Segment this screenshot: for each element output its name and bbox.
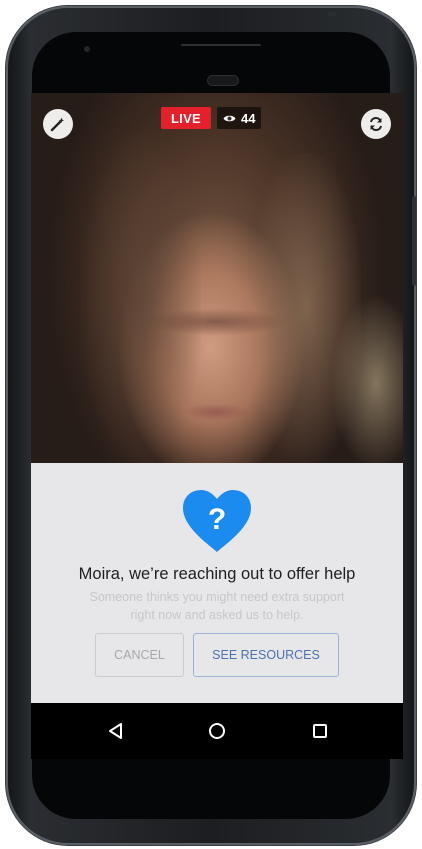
phone-side-button [412, 196, 416, 286]
help-title: Moira, we’re reaching out to offer help [78, 565, 356, 583]
phone-screen: LIVE 44 ? Moira, we’re reaching out to o… [31, 93, 403, 703]
video-blur-region [331, 293, 403, 463]
earpiece [208, 76, 238, 85]
recent-apps-square-icon [313, 724, 327, 738]
see-resources-button[interactable]: SEE RESOURCES [193, 633, 339, 677]
nav-home-button[interactable] [204, 718, 230, 744]
effects-button[interactable] [43, 109, 73, 139]
live-badge: LIVE [161, 107, 211, 129]
live-video-feed: LIVE 44 [31, 93, 403, 463]
question-heart-icon: ? [181, 488, 253, 554]
phone-top-marker [328, 12, 336, 16]
android-nav-bar [31, 703, 403, 759]
help-subtitle: Someone thinks you might need extra supp… [89, 590, 345, 622]
cancel-button[interactable]: CANCEL [95, 633, 184, 677]
video-blur-region [146, 308, 286, 336]
video-blur-region [181, 403, 251, 421]
heart-question-mark: ? [208, 503, 226, 536]
speaker-grille [181, 44, 261, 46]
nav-recent-apps-button[interactable] [307, 718, 333, 744]
viewer-count: 44 [241, 110, 256, 126]
back-triangle-icon [109, 723, 122, 739]
help-panel: ? Moira, we’re reaching out to offer hel… [31, 463, 403, 703]
home-circle-icon [209, 723, 225, 739]
flip-camera-button[interactable] [361, 109, 391, 139]
magic-wand-icon [50, 117, 65, 132]
eye-icon [223, 115, 236, 121]
camera-flip-icon [370, 116, 382, 132]
viewer-count-badge: 44 [217, 107, 262, 129]
nav-back-button[interactable] [103, 718, 129, 744]
front-camera [84, 46, 90, 52]
